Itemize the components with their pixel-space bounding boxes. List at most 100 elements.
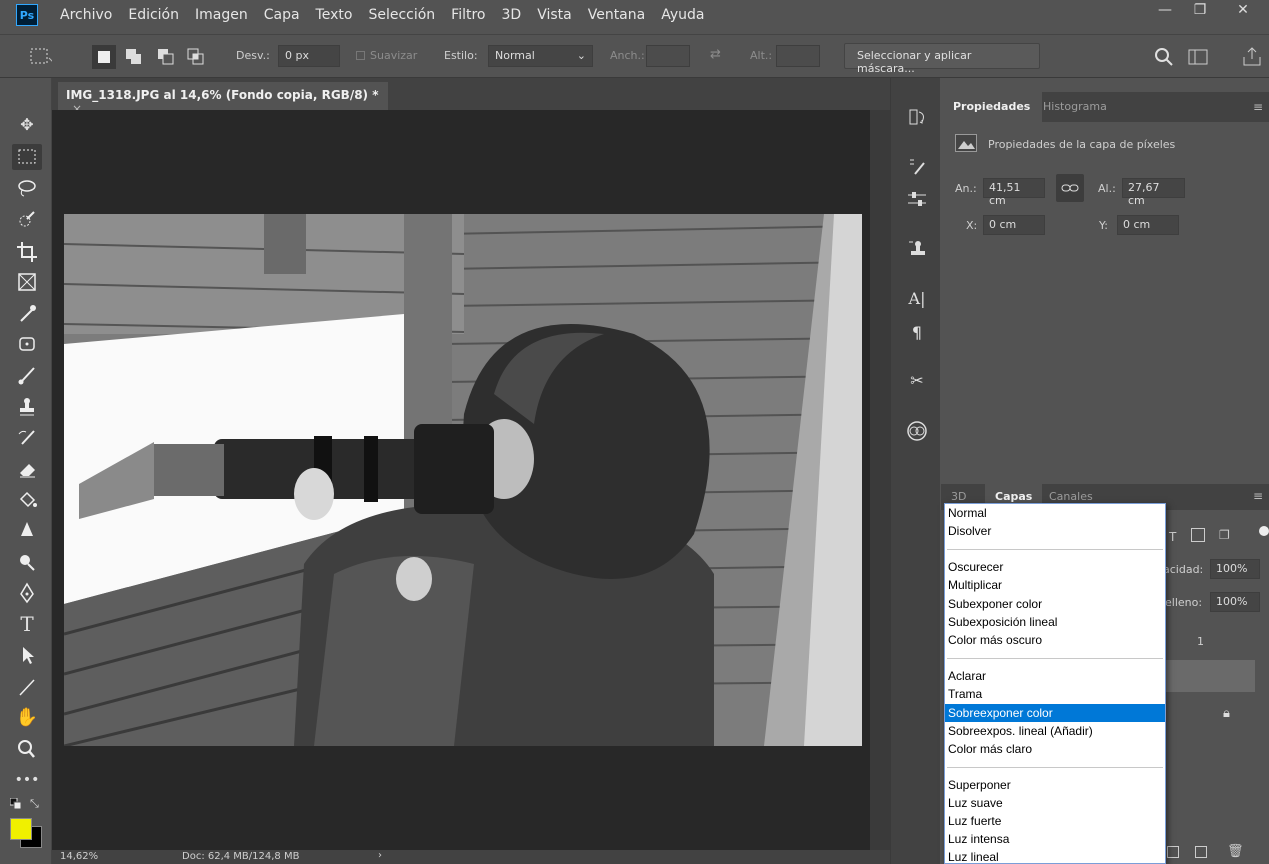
- paint-bucket-tool-icon[interactable]: [12, 487, 42, 513]
- filter-toggle-icon[interactable]: [1259, 526, 1269, 536]
- menu-ventana[interactable]: Ventana: [580, 0, 654, 30]
- menu-vista[interactable]: Vista: [529, 0, 580, 30]
- swap-dimensions-icon[interactable]: ⇄: [710, 47, 721, 62]
- style-select[interactable]: Normal ⌄: [488, 45, 593, 67]
- blur-tool-icon[interactable]: [12, 518, 42, 544]
- menu-ayuda[interactable]: Ayuda: [653, 0, 712, 30]
- blend-mode-option[interactable]: Trama: [945, 685, 1165, 703]
- blend-mode-option[interactable]: Sobreexpos. lineal (Añadir): [945, 722, 1165, 740]
- feather-input[interactable]: 0 px: [278, 45, 340, 67]
- character-panel-icon[interactable]: A|: [904, 286, 930, 312]
- menu-archivo[interactable]: Archivo: [52, 0, 120, 30]
- crop-tool-icon[interactable]: [12, 238, 42, 264]
- blend-mode-option[interactable]: Aclarar: [945, 667, 1165, 685]
- brush-tool-icon[interactable]: [12, 362, 42, 388]
- menu-edicion[interactable]: Edición: [120, 0, 187, 30]
- quick-selection-tool-icon[interactable]: [12, 206, 42, 232]
- width-prop-input[interactable]: 41,51 cm: [983, 178, 1045, 207]
- new-group-icon[interactable]: [1167, 846, 1179, 858]
- width-input[interactable]: [646, 45, 690, 67]
- tab-histograma[interactable]: Histograma: [1031, 92, 1119, 122]
- clone-source-icon[interactable]: [904, 236, 930, 262]
- share-icon[interactable]: [1240, 45, 1264, 69]
- type-tool-icon[interactable]: T: [12, 611, 42, 637]
- layer-shape-filter-icon[interactable]: [1191, 528, 1205, 542]
- x-prop-input[interactable]: 0 cm: [983, 215, 1045, 235]
- tools-presets-icon[interactable]: ✂: [904, 368, 930, 394]
- frame-tool-icon[interactable]: [12, 269, 42, 295]
- blend-mode-option-selected[interactable]: Sobreexponer color: [945, 704, 1165, 722]
- blend-mode-dropdown[interactable]: Normal Disolver Oscurecer Multiplicar Su…: [944, 503, 1166, 864]
- menu-filtro[interactable]: Filtro: [443, 0, 493, 30]
- eraser-tool-icon[interactable]: [12, 456, 42, 482]
- path-selection-tool-icon[interactable]: [12, 642, 42, 668]
- y-prop-input[interactable]: 0 cm: [1117, 215, 1179, 235]
- more-tools-icon[interactable]: •••: [12, 767, 42, 793]
- zoom-tool-icon[interactable]: [12, 736, 42, 762]
- blend-mode-option[interactable]: Superponer: [945, 776, 1165, 794]
- fill-input[interactable]: 100%: [1210, 592, 1260, 612]
- healing-brush-tool-icon[interactable]: [12, 331, 42, 357]
- menu-texto[interactable]: Texto: [308, 0, 361, 30]
- blend-mode-option[interactable]: Color más oscuro: [945, 631, 1165, 649]
- line-tool-icon[interactable]: [12, 674, 42, 700]
- blend-mode-option[interactable]: Normal: [945, 504, 1165, 522]
- vertical-scrollbar[interactable]: [870, 110, 890, 850]
- foreground-color-swatch[interactable]: [10, 818, 32, 840]
- select-and-mask-button[interactable]: Seleccionar y aplicar máscara...: [844, 43, 1040, 75]
- layers-panel-menu-icon[interactable]: ≡: [1253, 489, 1263, 503]
- link-dimensions-icon[interactable]: [1056, 174, 1084, 202]
- history-panel-icon[interactable]: [904, 104, 930, 130]
- clone-stamp-tool-icon[interactable]: [12, 393, 42, 419]
- maximize-button[interactable]: ❐: [1180, 0, 1220, 22]
- add-selection-icon[interactable]: [122, 45, 146, 69]
- close-button[interactable]: ✕: [1223, 0, 1263, 22]
- subtract-selection-icon[interactable]: [154, 45, 178, 69]
- lasso-tool-icon[interactable]: [12, 175, 42, 201]
- layer-row-selected[interactable]: [1163, 660, 1255, 692]
- marquee-preset-icon[interactable]: [28, 45, 56, 69]
- blend-mode-option[interactable]: Subexponer color: [945, 595, 1165, 613]
- document-image[interactable]: [64, 214, 862, 746]
- workspace-icon[interactable]: [1186, 45, 1210, 69]
- panel-menu-icon[interactable]: ≡: [1253, 100, 1263, 114]
- blend-mode-option[interactable]: Multiplicar: [945, 576, 1165, 594]
- blend-mode-option[interactable]: Luz intensa: [945, 830, 1165, 848]
- default-colors-icon[interactable]: [9, 797, 22, 810]
- blend-mode-option[interactable]: Color más claro: [945, 740, 1165, 758]
- layer-filter-icon[interactable]: T: [1169, 530, 1176, 544]
- zoom-level[interactable]: 14,62%: [60, 851, 98, 862]
- dodge-tool-icon[interactable]: [12, 549, 42, 575]
- pen-tool-icon[interactable]: [12, 580, 42, 606]
- height-prop-input[interactable]: 27,67 cm: [1122, 178, 1185, 207]
- blend-mode-option[interactable]: Disolver: [945, 522, 1165, 540]
- rectangular-marquee-tool-icon[interactable]: [12, 144, 42, 170]
- history-brush-tool-icon[interactable]: [12, 424, 42, 450]
- document-tab[interactable]: IMG_1318.JPG al 14,6% (Fondo copia, RGB/…: [58, 82, 388, 116]
- intersect-selection-icon[interactable]: [184, 45, 208, 69]
- tab-propiedades[interactable]: Propiedades: [941, 92, 1043, 122]
- blend-mode-option[interactable]: Oscurecer: [945, 558, 1165, 576]
- blend-mode-option[interactable]: Luz suave: [945, 794, 1165, 812]
- new-layer-icon[interactable]: [1195, 846, 1207, 858]
- new-selection-icon[interactable]: [92, 45, 116, 69]
- hand-tool-icon[interactable]: ✋: [12, 705, 42, 731]
- brush-settings-icon[interactable]: [904, 154, 930, 180]
- adjustments-icon[interactable]: [904, 186, 930, 212]
- swap-colors-icon[interactable]: ⤡: [30, 797, 42, 810]
- blend-mode-option[interactable]: Luz fuerte: [945, 812, 1165, 830]
- blend-mode-option[interactable]: Luz lineal: [945, 848, 1165, 863]
- menu-capa[interactable]: Capa: [256, 0, 308, 30]
- search-icon[interactable]: [1152, 45, 1176, 69]
- eyedropper-tool-icon[interactable]: [12, 300, 42, 326]
- menu-imagen[interactable]: Imagen: [187, 0, 256, 30]
- height-input[interactable]: [776, 45, 820, 67]
- move-tool-icon[interactable]: ✥: [12, 112, 42, 138]
- minimize-button[interactable]: —: [1145, 0, 1185, 22]
- status-menu-chevron-icon[interactable]: ›: [378, 850, 382, 861]
- delete-layer-icon[interactable]: 🗑︎: [1227, 844, 1244, 859]
- paragraph-panel-icon[interactable]: ¶: [904, 320, 930, 346]
- libraries-icon[interactable]: [904, 418, 930, 444]
- menu-3d[interactable]: 3D: [494, 0, 530, 30]
- anti-alias-checkbox[interactable]: Suavizar: [356, 49, 417, 62]
